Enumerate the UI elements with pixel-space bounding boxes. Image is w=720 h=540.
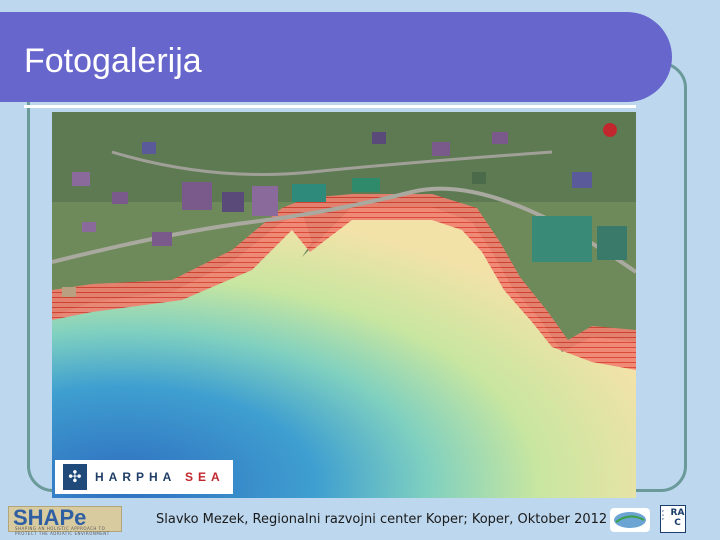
- harpha-sea-logo: ✣ HARPHA SEA: [55, 460, 233, 494]
- shape-project-logo: SHAPe SHAPING AN HOLISTIC APPROACH TO PR…: [8, 505, 122, 536]
- title-underline: [24, 105, 636, 108]
- pap-rac-logo: PAP RA C: [660, 505, 686, 533]
- slide-footer: Slavko Mezek, Regionalni razvojni center…: [156, 512, 608, 527]
- location-marker: [603, 123, 617, 137]
- slide-title: Fotogalerija: [24, 42, 202, 80]
- coastline-3d-photo: [52, 112, 636, 498]
- rac-logo-text: RA C: [670, 508, 685, 528]
- pap-logo-letters: PAP: [662, 509, 665, 521]
- harpha-logo-suffix: SEA: [185, 470, 225, 484]
- shape-logo-subtitle: SHAPING AN HOLISTIC APPROACH TO PROTECT …: [15, 526, 110, 536]
- title-bar: Fotogalerija: [0, 12, 672, 108]
- coastline-render: [52, 112, 636, 498]
- partner-logo-icon: [614, 512, 646, 528]
- harpha-emblem-icon: ✣: [63, 464, 87, 490]
- partner-logo: [610, 508, 650, 532]
- harpha-logo-name: HARPHA: [95, 470, 177, 484]
